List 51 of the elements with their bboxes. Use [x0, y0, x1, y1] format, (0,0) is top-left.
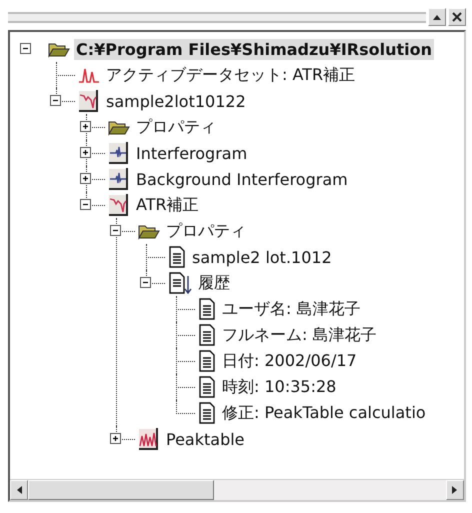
tree-item[interactable]: プロパティ [164, 220, 248, 242]
collapse-toggle[interactable] [110, 225, 121, 236]
plus-icon [111, 434, 120, 443]
expand-toggle[interactable] [110, 433, 121, 444]
close-button[interactable] [448, 8, 466, 26]
tree-item[interactable]: プロパティ [134, 116, 218, 138]
up-arrow-icon [432, 13, 442, 21]
collapse-toggle[interactable] [50, 95, 61, 106]
maximize-button[interactable] [428, 8, 446, 26]
interferogram-icon [108, 142, 130, 164]
tree-item[interactable]: ユーザ名: 島津花子 [220, 298, 362, 320]
tree-item[interactable]: sample2 lot.1012 [190, 246, 334, 268]
spectrum-icon [78, 66, 100, 84]
scrollbar-thumb[interactable] [28, 480, 214, 500]
collapse-toggle[interactable] [80, 199, 91, 210]
tree-item[interactable]: 履歴 [196, 272, 232, 294]
tree-item[interactable]: 日付: 2002/06/17 [220, 350, 359, 372]
spectrum-file-icon [108, 194, 130, 216]
tree-item[interactable]: Background Interferogram [134, 168, 350, 190]
plus-icon [81, 174, 90, 183]
tree-item[interactable]: C:¥Program Files¥Shimadzu¥IRsolution [74, 38, 434, 60]
peak-chart-icon [138, 428, 160, 450]
close-icon [452, 12, 462, 22]
document-icon [198, 350, 216, 372]
expand-toggle[interactable] [80, 173, 91, 184]
document-icon [168, 246, 186, 268]
left-arrow-icon [16, 486, 22, 494]
tree-item[interactable]: アクティブデータセット: ATR補正 [104, 64, 358, 86]
plus-icon [81, 148, 90, 157]
tree-item[interactable]: sample2lot10122 [104, 90, 248, 112]
collapse-toggle[interactable] [20, 43, 31, 54]
scroll-right-button[interactable] [446, 480, 464, 500]
expand-toggle[interactable] [80, 121, 91, 132]
scroll-left-button[interactable] [10, 480, 28, 500]
tree-item[interactable]: 時刻: 10:35:28 [220, 376, 338, 398]
tree-item[interactable]: ATR補正 [134, 194, 201, 216]
document-icon [198, 376, 216, 398]
right-arrow-icon [452, 486, 458, 494]
document-icon [198, 324, 216, 346]
expand-toggle[interactable] [80, 147, 91, 158]
document-arrow-icon [168, 272, 192, 294]
document-icon [198, 402, 216, 424]
spectrum-file-icon [78, 90, 100, 112]
interferogram-icon [108, 168, 130, 190]
collapse-toggle[interactable] [140, 277, 151, 288]
tree-item[interactable]: Peaktable [164, 428, 247, 450]
tree-item[interactable]: フルネーム: 島津花子 [220, 324, 378, 346]
tree-item[interactable]: 修正: PeakTable calculatio [220, 402, 428, 424]
tree-item[interactable]: Interferogram [134, 142, 250, 164]
plus-icon [81, 122, 90, 131]
document-icon [198, 298, 216, 320]
